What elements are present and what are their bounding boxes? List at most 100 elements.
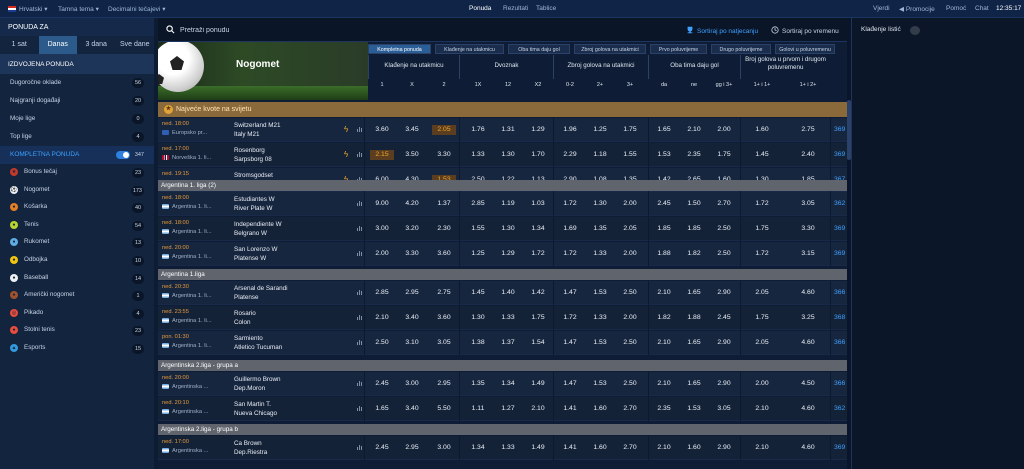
complete-offer-toggle[interactable] [116, 151, 130, 159]
odds-cell[interactable]: 2.05 [750, 338, 774, 348]
statistics-icon[interactable] [357, 380, 363, 386]
sport-item[interactable]: ★ Bonus tečaj 23 [0, 164, 154, 182]
nav-rezultati[interactable]: Rezultati [503, 5, 528, 12]
sport-item[interactable]: ◎ Pikado 4 [0, 305, 154, 323]
sort-by-competition-button[interactable]: Sortiraj po natjecanju [686, 26, 758, 35]
market-tab[interactable]: Zbroj golova na utakmici [574, 44, 646, 54]
odds-cell[interactable]: 2.95 [400, 288, 424, 298]
theme-select[interactable]: Tamna tema ▾ [58, 5, 99, 13]
odds-cell[interactable]: 1.37 [496, 338, 520, 348]
statistics-icon[interactable] [357, 444, 363, 450]
sport-item[interactable]: ● Tenis 54 [0, 217, 154, 235]
more-markets-link[interactable]: 362 [834, 404, 845, 414]
odds-cell[interactable]: 4.60 [796, 443, 820, 453]
odds-cell[interactable]: 1.65 [652, 125, 676, 135]
odds-cell[interactable]: 2.45 [712, 313, 736, 323]
statistics-icon[interactable] [357, 225, 363, 231]
odds-cell[interactable]: 1.29 [526, 125, 550, 135]
odds-cell[interactable]: 3.05 [712, 404, 736, 414]
odds-cell[interactable]: 2.35 [682, 150, 706, 160]
match-teams[interactable]: San Martin T. Nueva Chicago [234, 400, 277, 418]
odds-cell[interactable]: 3.05 [432, 338, 456, 348]
odds-cell[interactable]: 1.65 [682, 338, 706, 348]
odds-cell[interactable]: 1.25 [466, 249, 490, 259]
odds-cell[interactable]: 1.47 [558, 288, 582, 298]
odds-cell[interactable]: 1.30 [496, 150, 520, 160]
odds-cell[interactable]: 1.50 [682, 199, 706, 209]
sport-item[interactable]: ● Košarka 40 [0, 199, 154, 217]
statistics-icon[interactable] [357, 289, 363, 295]
odds-cell[interactable]: 1.53 [652, 150, 676, 160]
odds-cell[interactable]: 3.45 [400, 125, 424, 135]
sort-by-time-button[interactable]: Sortiraj po vremenu [771, 26, 839, 35]
match-teams[interactable]: Arsenal de Sarandi Platense [234, 284, 288, 302]
complete-offer-toggle-row[interactable]: KOMPLETNA PONUDA 347 [0, 146, 154, 164]
statistics-icon[interactable] [357, 151, 363, 157]
odds-cell[interactable]: 2.50 [618, 338, 642, 348]
sport-item[interactable]: ● Baseball 14 [0, 270, 154, 288]
odds-cell[interactable]: 2.75 [796, 125, 820, 135]
featured-item[interactable]: Dugoročne oklade 56 [0, 74, 154, 92]
odds-cell[interactable]: 1.88 [652, 249, 676, 259]
odds-cell[interactable]: 1.72 [750, 199, 774, 209]
odds-cell[interactable]: 3.20 [400, 224, 424, 234]
sport-item[interactable]: ⚽ Nogomet 173 [0, 182, 154, 200]
featured-item[interactable]: Moje lige 0 [0, 110, 154, 128]
odds-cell[interactable]: 3.30 [432, 150, 456, 160]
odds-cell[interactable]: 1.40 [496, 288, 520, 298]
more-markets-link[interactable]: 369 [834, 249, 845, 259]
chat-link[interactable]: Chat [975, 5, 989, 12]
odds-cell[interactable]: 2.10 [682, 125, 706, 135]
more-markets-link[interactable]: 368 [834, 313, 845, 323]
odds-cell[interactable]: 1.37 [432, 199, 456, 209]
odds-cell[interactable]: 1.60 [588, 404, 612, 414]
login-link[interactable]: Vjerdi [873, 5, 890, 12]
promo-row[interactable]: ★ Najveće kvote na svijetu [158, 102, 847, 117]
odds-cell[interactable]: 1.60 [682, 443, 706, 453]
market-tab[interactable]: Klađenje na utakmicu [435, 44, 504, 54]
odds-cell[interactable]: 2.00 [618, 249, 642, 259]
match-teams[interactable]: Guillermo Brown Dep.Moron [234, 375, 281, 393]
market-tab[interactable]: Kompletna ponuda [368, 44, 431, 54]
odds-cell[interactable]: 2.10 [652, 288, 676, 298]
statistics-icon[interactable] [357, 200, 363, 206]
odds-cell[interactable]: 1.03 [526, 199, 550, 209]
odds-cell[interactable]: 2.10 [526, 404, 550, 414]
odds-cell[interactable]: 2.10 [652, 443, 676, 453]
market-tab[interactable]: Oba tima daju gol [508, 44, 570, 54]
match-teams[interactable]: Independiente W Belgrano W [234, 220, 282, 238]
more-markets-link[interactable]: 369 [834, 443, 845, 453]
tab-3-days[interactable]: 3 dana [77, 36, 116, 54]
sport-item[interactable]: ● Američki nogomet 1 [0, 287, 154, 305]
odds-cell[interactable]: 2.90 [712, 288, 736, 298]
featured-item[interactable]: Najgranji događaji 20 [0, 92, 154, 110]
odds-cell[interactable]: 1.34 [496, 379, 520, 389]
odds-cell[interactable]: 1.47 [558, 338, 582, 348]
market-tab[interactable]: Golovi u poluvremenu [775, 44, 835, 54]
odds-cell[interactable]: 3.15 [796, 249, 820, 259]
odds-cell[interactable]: 1.75 [750, 313, 774, 323]
odds-cell[interactable]: 1.69 [558, 224, 582, 234]
odds-cell[interactable]: 2.35 [652, 404, 676, 414]
language-select[interactable]: Hrvatski ▾ [8, 5, 48, 13]
odds-cell[interactable]: 2.10 [370, 313, 394, 323]
odds-cell[interactable]: 1.72 [558, 249, 582, 259]
odds-format-select[interactable]: Decimalni tečajevi ▾ [108, 5, 165, 13]
league-header[interactable]: Argentinska 2.liga - grupa a [158, 360, 847, 371]
sport-item[interactable]: ● Stolni tenis 23 [0, 322, 154, 340]
match-row[interactable]: ned. 17:00 Norveška 1. li... Rosenborg Sarp… [158, 143, 847, 167]
odds-cell[interactable]: 1.72 [558, 199, 582, 209]
match-row[interactable]: ned. 20:00 Argentina 1. li... San Lorenzo … [158, 242, 847, 266]
odds-cell[interactable]: 4.60 [796, 288, 820, 298]
odds-cell[interactable]: 2.50 [618, 379, 642, 389]
help-link[interactable]: Pomoć [946, 5, 966, 12]
odds-cell[interactable]: 1.33 [496, 313, 520, 323]
match-row[interactable]: ned. 23:55 Argentina 1. li... Rosario Colon… [158, 306, 847, 330]
odds-cell[interactable]: 3.00 [432, 443, 456, 453]
sport-item[interactable]: ● Rukomet 13 [0, 234, 154, 252]
odds-cell[interactable]: 2.29 [558, 150, 582, 160]
odds-cell[interactable]: 1.75 [526, 313, 550, 323]
odds-cell[interactable]: 2.95 [400, 443, 424, 453]
odds-cell[interactable]: 4.60 [796, 338, 820, 348]
odds-cell[interactable]: 2.90 [712, 338, 736, 348]
